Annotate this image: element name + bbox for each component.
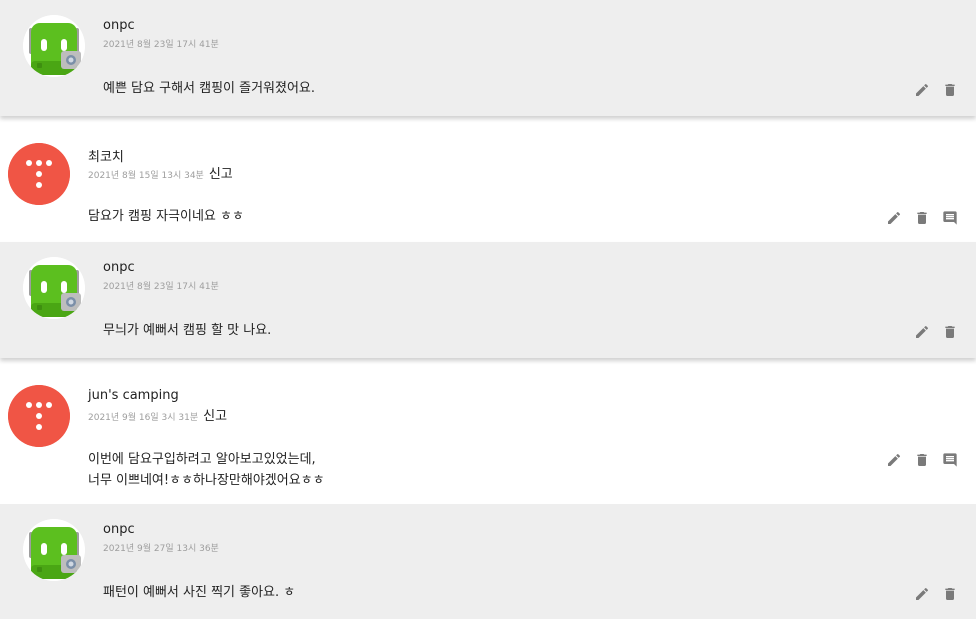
comment-author: onpc — [103, 260, 135, 275]
comment-text-line: 무늬가 예뻐서 캠핑 할 맛 나요. — [103, 323, 272, 338]
delete-icon[interactable] — [942, 586, 958, 602]
comment-actions — [914, 586, 958, 602]
edit-icon[interactable] — [886, 210, 902, 226]
comment-text: 패턴이 예뻐서 사진 찍기 좋아요. ㅎ — [103, 582, 295, 603]
comment-date: 2021년 8월 23일 17시 41분 — [103, 282, 219, 292]
comment-item: jun's camping 2021년 9월 16일 3시 31분 신고 이번에 … — [0, 370, 976, 504]
comment-date: 2021년 8월 23일 17시 41분 — [103, 40, 219, 50]
reply-item: onpc 2021년 9월 27일 13시 36분 패턴이 예뻐서 사진 찍기 … — [0, 504, 976, 619]
comment-author: jun's camping — [88, 388, 179, 403]
comment-text-line: 담요가 캠핑 자극이네요 ㅎㅎ — [88, 209, 244, 224]
comment-date: 2021년 8월 15일 13시 34분 — [88, 171, 204, 181]
comment-icon[interactable] — [942, 210, 958, 226]
comment-author: onpc — [103, 18, 135, 33]
comment-text: 이번에 담요구입하려고 알아보고있었는데, 너무 이쁘네여!ㅎㅎ하나장만해야겠어… — [88, 449, 325, 491]
comment-actions — [886, 210, 958, 226]
avatar — [23, 15, 85, 77]
delete-icon[interactable] — [914, 452, 930, 468]
reply-item: onpc 2021년 8월 23일 17시 41분 예쁜 담요 구해서 캠핑이 … — [0, 0, 976, 116]
comment-text: 담요가 캠핑 자극이네요 ㅎㅎ — [88, 206, 244, 227]
comment-actions — [886, 452, 958, 468]
delete-icon[interactable] — [942, 324, 958, 340]
comment-date: 2021년 9월 16일 3시 31분 — [88, 413, 199, 423]
comment-text: 예쁜 담요 구해서 캠핑이 즐거워졌어요. — [103, 78, 315, 99]
avatar — [23, 519, 85, 581]
edit-icon[interactable] — [914, 324, 930, 340]
comment-text-line: 이번에 담요구입하려고 알아보고있었는데, — [88, 452, 316, 467]
comment-text-line: 너무 이쁘네여!ㅎㅎ하나장만해야겠어요ㅎㅎ — [88, 473, 325, 488]
comment-actions — [914, 82, 958, 98]
comment-text-line: 예쁜 담요 구해서 캠핑이 즐거워졌어요. — [103, 81, 316, 96]
report-link[interactable]: 신고 — [209, 167, 233, 182]
report-link[interactable]: 신고 — [203, 409, 227, 424]
avatar — [8, 385, 70, 447]
comment-author: onpc — [103, 522, 135, 537]
edit-icon[interactable] — [914, 82, 930, 98]
comment-text-line: 패턴이 예뻐서 사진 찍기 좋아요. ㅎ — [103, 585, 296, 600]
avatar — [23, 257, 85, 319]
delete-icon[interactable] — [914, 210, 930, 226]
avatar — [8, 143, 70, 205]
edit-icon[interactable] — [886, 452, 902, 468]
comment-date: 2021년 9월 27일 13시 36분 — [103, 544, 219, 554]
delete-icon[interactable] — [942, 82, 958, 98]
comment-item: 최코치 2021년 8월 15일 13시 34분 신고 담요가 캠핑 자극이네요 … — [0, 128, 976, 242]
comment-icon[interactable] — [942, 452, 958, 468]
edit-icon[interactable] — [914, 586, 930, 602]
reply-item: onpc 2021년 8월 23일 17시 41분 무늬가 예뻐서 캠핑 할 맛… — [0, 242, 976, 358]
comment-actions — [914, 324, 958, 340]
comment-text: 무늬가 예뻐서 캠핑 할 맛 나요. — [103, 320, 271, 341]
